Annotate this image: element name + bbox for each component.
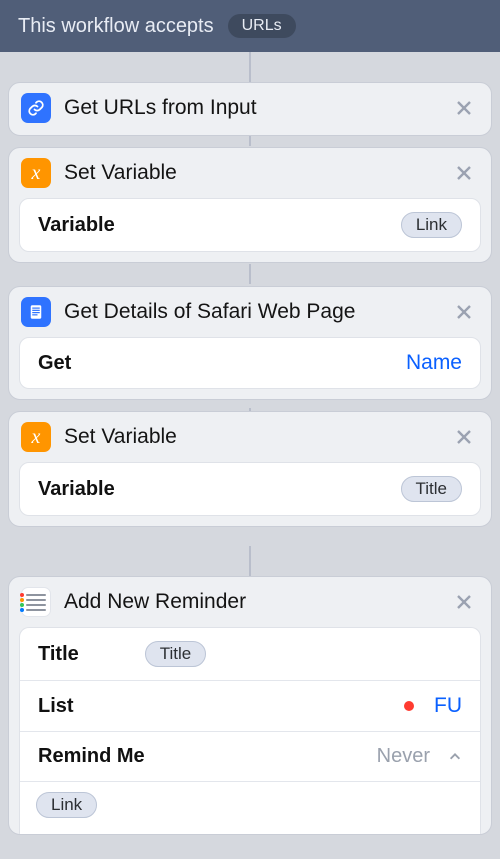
close-icon[interactable] (453, 162, 475, 184)
action-get-safari-details[interactable]: Get Details of Safari Web Page Get Name (8, 286, 492, 400)
param-row-variable[interactable]: Variable Link (20, 199, 480, 251)
close-icon[interactable] (453, 426, 475, 448)
header-prefix: This workflow accepts (18, 15, 214, 38)
param-value: Never (377, 745, 430, 768)
variable-token[interactable]: Link (36, 792, 97, 818)
variable-icon: x (21, 422, 51, 452)
action-title: Set Variable (64, 425, 440, 449)
close-icon[interactable] (453, 591, 475, 613)
action-title: Get URLs from Input (64, 96, 440, 120)
workflow-input-header: This workflow accepts URLs (0, 0, 500, 52)
param-label: Variable (38, 478, 115, 501)
param-value[interactable]: Name (406, 351, 462, 375)
connector-line (249, 52, 251, 82)
reminder-note-field[interactable]: Link (20, 781, 480, 834)
action-add-reminder[interactable]: Add New Reminder Title Title List FU Rem… (8, 576, 492, 835)
document-icon (21, 297, 51, 327)
param-label: Variable (38, 214, 115, 237)
action-title: Add New Reminder (64, 590, 440, 614)
action-set-variable-link[interactable]: x Set Variable Variable Link (8, 147, 492, 263)
param-row-get[interactable]: Get Name (20, 338, 480, 388)
param-value[interactable]: FU (434, 694, 462, 718)
action-get-urls[interactable]: Get URLs from Input (8, 82, 492, 136)
variable-token[interactable]: Title (145, 641, 207, 667)
action-title: Get Details of Safari Web Page (64, 300, 440, 324)
link-icon (21, 93, 51, 123)
chevron-up-icon (448, 750, 462, 764)
close-icon[interactable] (453, 97, 475, 119)
reminders-icon (21, 587, 51, 617)
connector-line (249, 264, 251, 284)
workflow-canvas: Get URLs from Input x Set Variable Varia… (0, 52, 500, 835)
close-icon[interactable] (453, 301, 475, 323)
param-row-remind-me[interactable]: Remind Me Never (20, 731, 480, 781)
param-row-title[interactable]: Title Title (20, 628, 480, 680)
param-label: List (38, 695, 74, 718)
variable-token[interactable]: Title (401, 476, 463, 502)
action-title: Set Variable (64, 161, 440, 185)
param-label: Title (38, 643, 79, 666)
action-set-variable-title[interactable]: x Set Variable Variable Title (8, 411, 492, 527)
variable-token[interactable]: Link (401, 212, 462, 238)
param-label: Get (38, 352, 71, 375)
param-row-variable[interactable]: Variable Title (20, 463, 480, 515)
list-color-dot (404, 701, 414, 711)
variable-icon: x (21, 158, 51, 188)
workflow-input-type[interactable]: URLs (228, 14, 296, 38)
param-row-list[interactable]: List FU (20, 680, 480, 731)
param-label: Remind Me (38, 745, 145, 768)
